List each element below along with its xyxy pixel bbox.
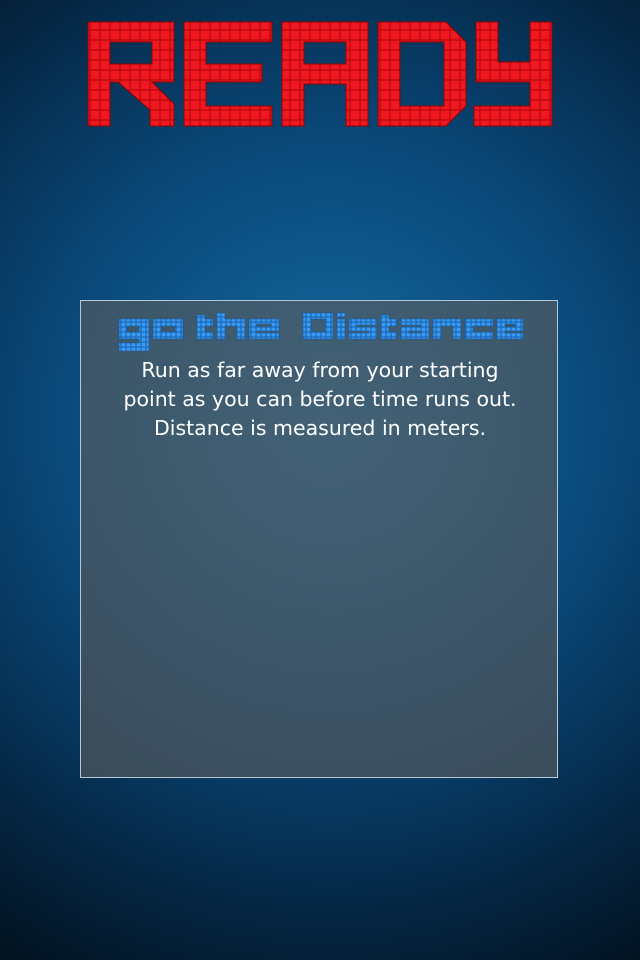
ready-letter-y	[473, 21, 553, 127]
mode-title-letter-n	[432, 318, 462, 340]
game-screen: READY	[0, 0, 640, 960]
mode-info-panel: go the distance	[80, 300, 558, 778]
mode-title-letter-e	[248, 318, 280, 340]
ready-letter-r	[87, 21, 175, 127]
mode-title-letter-t	[196, 314, 214, 340]
ready-status-title: READY	[0, 0, 640, 160]
mode-description: Run as far away from your starting point…	[123, 358, 517, 440]
mode-title-letter-t2	[380, 314, 398, 340]
ready-letter-e	[183, 21, 273, 127]
mode-title-letter-s	[348, 318, 378, 340]
mode-title: go the distance	[81, 307, 559, 351]
mode-title-letter-e2	[496, 318, 524, 340]
mode-title-letter-a	[400, 318, 430, 340]
mode-title-letter-d	[302, 312, 334, 340]
mode-title-letter-g	[118, 318, 150, 351]
mode-title-letter-c	[464, 318, 494, 340]
ready-letter-d	[377, 21, 467, 127]
mode-title-letter-i	[336, 312, 346, 340]
ready-letter-a	[281, 21, 369, 127]
mode-title-letter-o	[152, 318, 184, 340]
mode-title-letter-h	[216, 312, 246, 340]
